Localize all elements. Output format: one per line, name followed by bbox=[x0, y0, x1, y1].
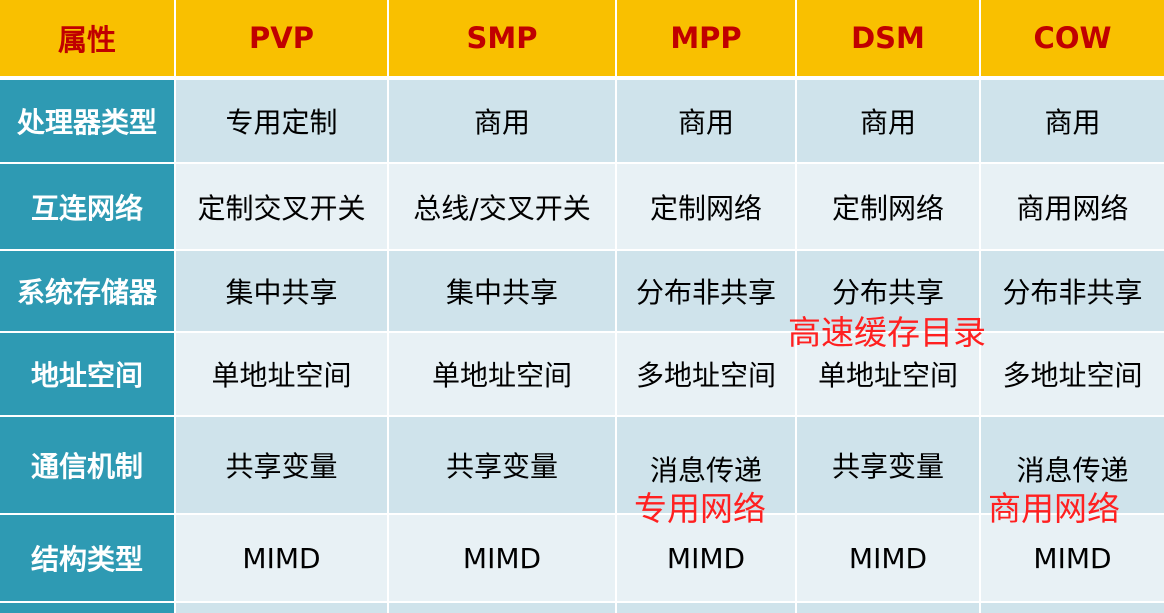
table-cell-partial bbox=[617, 603, 797, 613]
table-cell: 集中共享 bbox=[389, 251, 617, 331]
row-label: 结构类型 bbox=[0, 515, 176, 601]
table-cell: 单地址空间 bbox=[389, 333, 617, 415]
row-label: 地址空间 bbox=[0, 333, 176, 415]
table-cell: MIMD bbox=[389, 515, 617, 601]
table-cell: MIMD bbox=[797, 515, 981, 601]
header-cell-pvp: PVP bbox=[176, 0, 389, 76]
row-label: 系统存储器 bbox=[0, 251, 176, 331]
row-label: 互连网络 bbox=[0, 164, 176, 249]
table-cell: 商用网络 bbox=[981, 164, 1164, 249]
row-label: 通信机制 bbox=[0, 417, 176, 513]
table-row-partial bbox=[0, 603, 1164, 613]
annotation-mpp-network: 专用网络 bbox=[634, 489, 766, 528]
table-cell: 定制网络 bbox=[617, 164, 797, 249]
table-cell: 定制交叉开关 bbox=[176, 164, 389, 249]
row-label: 处理器类型 bbox=[0, 80, 176, 162]
table-cell: MIMD bbox=[176, 515, 389, 601]
table-row: 互连网络 定制交叉开关 总线/交叉开关 定制网络 定制网络 商用网络 bbox=[0, 164, 1164, 249]
header-cell-mpp: MPP bbox=[617, 0, 797, 76]
table-cell: 多地址空间 bbox=[981, 333, 1164, 415]
header-cell-dsm: DSM bbox=[797, 0, 981, 76]
table-row: 系统存储器 集中共享 集中共享 分布非共享 分布共享 分布非共享 bbox=[0, 251, 1164, 331]
table-cell-partial bbox=[797, 603, 981, 613]
table-cell: 共享变量 bbox=[176, 417, 389, 513]
table-cell-partial bbox=[981, 603, 1164, 613]
header-cell-cow: COW bbox=[981, 0, 1164, 76]
table-cell: 多地址空间 bbox=[617, 333, 797, 415]
table-cell: 共享变量 bbox=[389, 417, 617, 513]
table-cell: 商用 bbox=[389, 80, 617, 162]
table-cell: 专用定制 bbox=[176, 80, 389, 162]
table-cell: 单地址空间 bbox=[176, 333, 389, 415]
table-cell: 总线/交叉开关 bbox=[389, 164, 617, 249]
table-row: 处理器类型 专用定制 商用 商用 商用 商用 bbox=[0, 80, 1164, 162]
row-label-partial bbox=[0, 603, 176, 613]
table-cell: 集中共享 bbox=[176, 251, 389, 331]
table-cell: 商用 bbox=[617, 80, 797, 162]
table-cell-partial bbox=[389, 603, 617, 613]
header-cell-smp: SMP bbox=[389, 0, 617, 76]
annotation-dsm-storage: 高速缓存目录 bbox=[788, 313, 986, 352]
header-row: 属性 PVP SMP MPP DSM COW bbox=[0, 0, 1164, 76]
annotation-cow-network: 商用网络 bbox=[988, 489, 1120, 528]
table-cell-partial bbox=[176, 603, 389, 613]
table-cell: 分布非共享 bbox=[617, 251, 797, 331]
table-cell: 商用 bbox=[797, 80, 981, 162]
table-cell: 商用 bbox=[981, 80, 1164, 162]
table-cell: 共享变量 bbox=[797, 417, 981, 513]
header-cell-attribute: 属性 bbox=[0, 0, 176, 76]
table-row: 地址空间 单地址空间 单地址空间 多地址空间 单地址空间 多地址空间 bbox=[0, 333, 1164, 415]
comparison-table: 属性 PVP SMP MPP DSM COW 处理器类型 专用定制 商用 商用 … bbox=[0, 0, 1164, 613]
table-cell: 定制网络 bbox=[797, 164, 981, 249]
table-cell: 分布非共享 bbox=[981, 251, 1164, 331]
